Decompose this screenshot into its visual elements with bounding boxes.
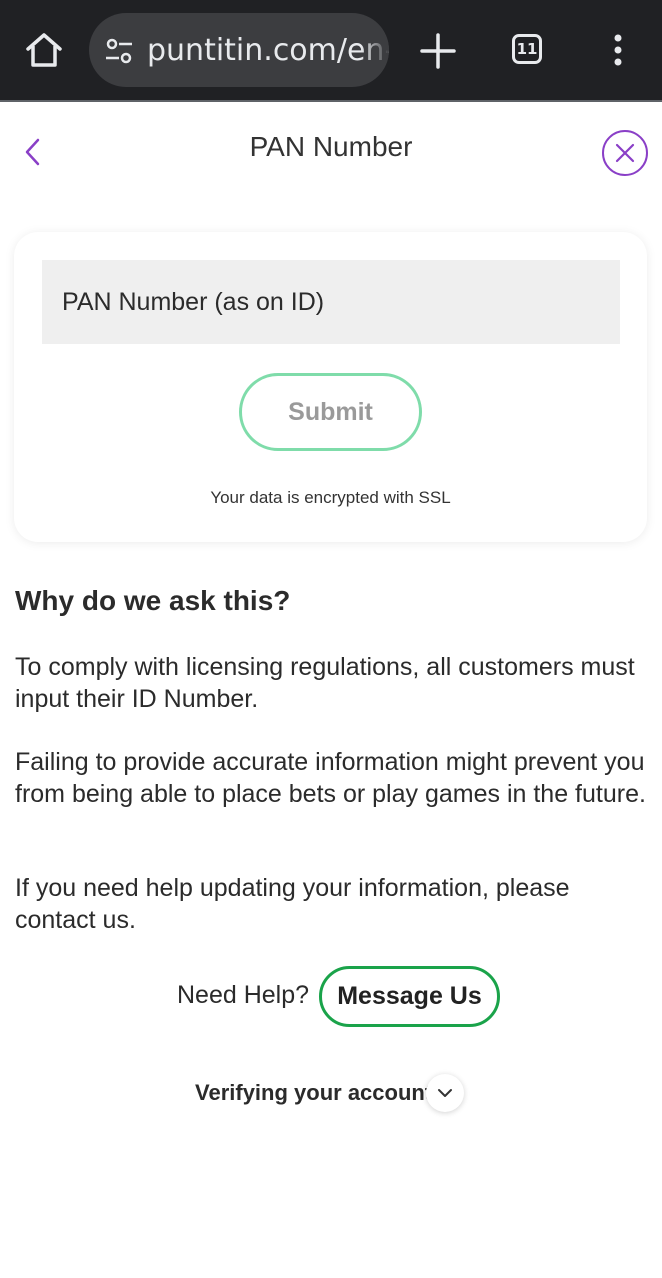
info-paragraph-licensing: To comply with licensing regulations, al… xyxy=(15,653,635,713)
info-paragraph-contact: If you need help updating your informati… xyxy=(15,874,570,934)
info-paragraph-accuracy: Failing to provide accurate information … xyxy=(15,748,646,808)
url-text[interactable]: puntitin.com/en-in xyxy=(147,33,389,68)
close-icon xyxy=(615,143,635,163)
verify-label[interactable]: Verifying your account xyxy=(195,1080,432,1106)
verifying-account-accordion[interactable]: Verifying your account xyxy=(0,1072,662,1116)
ssl-note: Your data is encrypted with SSL xyxy=(210,488,451,507)
home-icon[interactable] xyxy=(22,28,66,72)
tab-switcher-button[interactable]: 11 xyxy=(512,34,542,64)
url-fade xyxy=(361,13,389,87)
address-bar[interactable]: puntitin.com/en-in xyxy=(89,13,389,87)
pan-number-input[interactable] xyxy=(42,260,620,344)
pan-form-card: Submit Your data is encrypted with SSL xyxy=(14,232,647,542)
why-heading: Why do we ask this? xyxy=(15,585,291,616)
message-us-button[interactable]: Message Us xyxy=(319,966,500,1027)
need-help-label: Need Help? xyxy=(177,981,310,1009)
overflow-menu-icon[interactable] xyxy=(606,32,630,72)
submit-button[interactable]: Submit xyxy=(239,373,422,451)
close-button[interactable] xyxy=(602,130,648,176)
expand-button[interactable] xyxy=(426,1074,464,1112)
chevron-down-icon xyxy=(438,1089,452,1097)
help-row: Need Help? Message Us xyxy=(0,966,662,1028)
page-title: PAN Number xyxy=(249,131,413,162)
site-settings-icon[interactable] xyxy=(105,37,133,65)
browser-toolbar: puntitin.com/en-in 11 xyxy=(0,0,662,102)
new-tab-icon[interactable] xyxy=(418,31,458,71)
